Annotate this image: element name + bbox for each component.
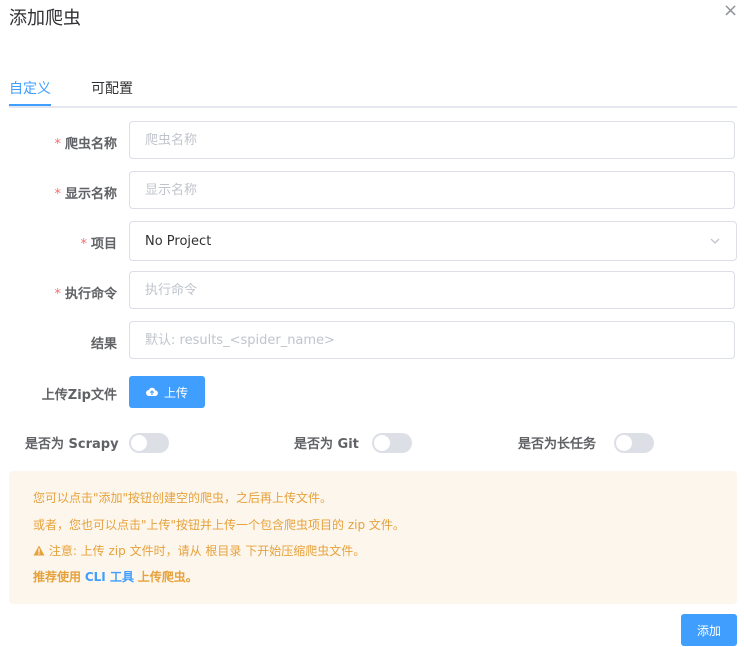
switch-long-task-label: 是否为长任务 [518,437,597,452]
active-tab-indicator [9,104,51,106]
switch-git[interactable] [372,433,412,453]
switch-knob [131,435,147,451]
close-icon[interactable]: × [723,2,738,20]
chevron-down-icon [710,238,720,244]
switch-git-label: 是否为 Git [294,437,359,452]
spider-name-label: * 爬虫名称 [54,137,117,152]
command-label: * 执行命令 [54,287,117,302]
tab-custom[interactable]: 自定义 [9,78,51,98]
required-mark: * [80,237,87,252]
switch-knob [374,435,390,451]
warning-icon [33,545,45,556]
cli-tool-link[interactable]: CLI 工具 [85,570,134,584]
spider-name-input[interactable] [129,121,735,159]
notice-line-4: 推荐使用 CLI 工具 上传爬虫。 [33,570,198,584]
project-select-value: No Project [145,233,212,249]
required-mark: * [54,137,61,152]
display-name-label: * 显示名称 [54,187,117,202]
notice-panel: 您可以点击"添加"按钮创建空的爬虫，之后再上传文件。 或者，您也可以点击"上传"… [9,471,737,604]
command-input[interactable] [129,271,735,309]
switch-knob [616,435,632,451]
project-label: * 项目 [80,237,117,252]
required-mark: * [54,287,61,302]
cloud-upload-icon [145,387,158,397]
results-input[interactable] [129,321,735,359]
notice-line-3: 注意: 上传 zip 文件时，请从 根目录 下开始压缩爬虫文件。 [33,542,365,559]
switch-long-task[interactable] [614,433,654,453]
switch-scrapy[interactable] [129,433,169,453]
notice-line-1: 您可以点击"添加"按钮创建空的爬虫，之后再上传文件。 [33,491,333,505]
display-name-input[interactable] [129,171,735,209]
upload-zip-label: 上传Zip文件 [41,388,117,403]
add-button[interactable]: 添加 [681,614,737,646]
switch-scrapy-label: 是否为 Scrapy [25,437,119,452]
results-label: 结果 [90,337,117,352]
dialog-title: 添加爬虫 [9,8,81,29]
project-select[interactable]: No Project [129,221,737,261]
upload-button-label: 上传 [163,385,188,400]
tab-configurable[interactable]: 可配置 [91,78,133,98]
required-mark: * [54,187,61,202]
upload-button[interactable]: 上传 [129,376,205,408]
notice-line-2: 或者，您也可以点击"上传"按钮并上传一个包含爬虫项目的 zip 文件。 [33,518,405,532]
tab-bar: 自定义 可配置 [9,68,737,108]
